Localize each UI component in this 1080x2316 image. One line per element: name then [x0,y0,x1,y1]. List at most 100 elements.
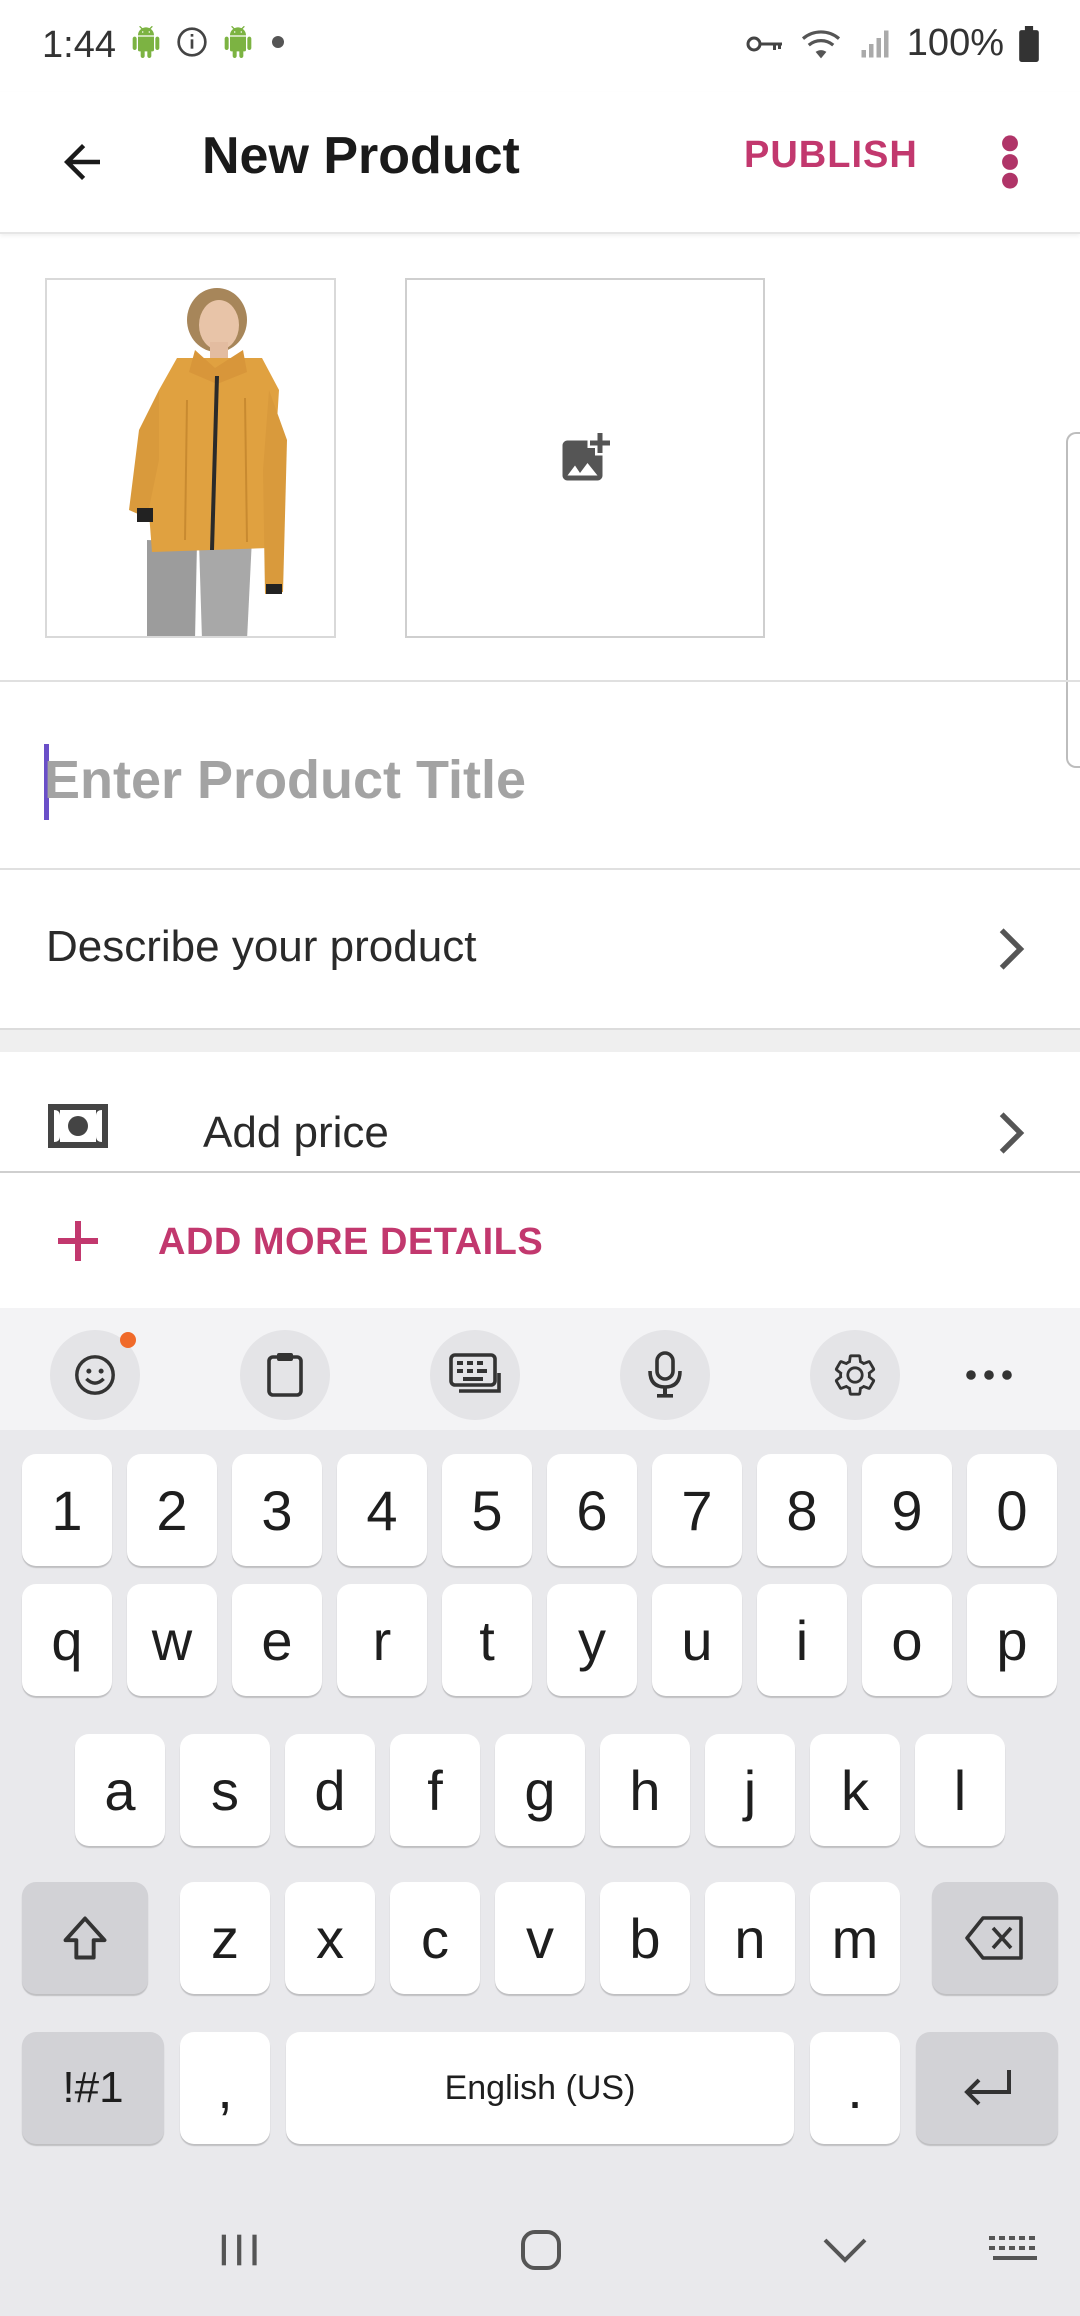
key-5[interactable]: 5 [442,1454,532,1566]
voice-input-button[interactable] [620,1330,710,1420]
keyboard-icon [449,1353,501,1393]
keyboard-switch-button[interactable] [970,2210,1060,2290]
key-k[interactable]: k [810,1734,900,1846]
status-notification-icons [130,26,288,58]
key-i[interactable]: i [757,1584,847,1696]
add-price-row[interactable]: Add price [0,1052,1080,1172]
plus-icon [54,1217,102,1270]
key-q[interactable]: q [22,1584,112,1696]
comma-key[interactable]: , [180,2032,270,2144]
product-photo-thumbnail[interactable] [45,278,336,638]
key-l[interactable]: l [915,1734,1005,1846]
key-y[interactable]: y [547,1584,637,1696]
emoji-icon [75,1355,115,1395]
status-time: 1:44 [42,24,116,66]
status-system-icons: 100% [745,22,1040,65]
overflow-menu-button[interactable] [980,122,1040,202]
key-c[interactable]: c [390,1882,480,1994]
battery-percentage: 100% [906,22,1004,64]
key-j[interactable]: j [705,1734,795,1846]
key-d[interactable]: d [285,1734,375,1846]
key-x[interactable]: x [285,1882,375,1994]
notification-dot [120,1332,136,1348]
section-gap [0,1030,1080,1052]
battery-icon [1019,25,1039,62]
key-2[interactable]: 2 [127,1454,217,1566]
soft-keyboard: 1234567890 qwertyuiop asdfghjkl zxcvbnm !#1… [0,1308,1080,2316]
gear-icon [834,1354,876,1396]
money-icon [48,1104,108,1153]
clipboard-icon [267,1353,303,1397]
add-photo-button[interactable] [405,278,765,638]
key-h[interactable]: h [600,1734,690,1846]
wifi-icon [801,29,840,58]
add-more-details-button[interactable]: ADD MORE DETAILS [0,1173,1080,1309]
key-t[interactable]: t [442,1584,532,1696]
keyboard-layout-button[interactable] [430,1330,520,1420]
android-icon [132,26,160,58]
publish-button[interactable]: PUBLISH [744,134,918,177]
product-photos [0,236,1080,768]
key-7[interactable]: 7 [652,1454,742,1566]
hide-keyboard-button[interactable] [800,2210,890,2290]
key-4[interactable]: 4 [337,1454,427,1566]
signal-icon [861,30,889,57]
key-r[interactable]: r [337,1584,427,1696]
key-p[interactable]: p [967,1584,1057,1696]
enter-key[interactable] [916,2032,1058,2144]
keyboard-more-button[interactable] [944,1330,1034,1420]
describe-product-label: Describe your product [46,922,477,971]
home-icon [521,2230,561,2270]
symbols-key[interactable]: !#1 [22,2032,164,2144]
vpn-key-icon [746,36,782,51]
backspace-key[interactable] [932,1882,1058,1994]
home-button[interactable] [496,2210,586,2290]
clipboard-button[interactable] [240,1330,330,1420]
key-n[interactable]: n [705,1882,795,1994]
android-icon [224,26,252,58]
add-price-label: Add price [203,1108,389,1157]
app-bar: New Product PUBLISH [0,92,1080,234]
describe-product-row[interactable]: Describe your product [0,870,1080,1028]
status-bar: 1:44 100% [0,0,1080,92]
keyboard-icon [989,2236,1037,2260]
recent-apps-icon [221,2234,257,2266]
dot-icon [272,36,284,48]
key-b[interactable]: b [600,1882,690,1994]
space-key[interactable]: English (US) [286,2032,794,2144]
add-photo-icon [562,433,610,481]
chevron-down-icon [823,2238,867,2263]
emoji-button[interactable] [50,1330,140,1420]
back-button[interactable] [42,122,122,202]
keyboard-toolbar [0,1308,1080,1430]
key-g[interactable]: g [495,1734,585,1846]
key-3[interactable]: 3 [232,1454,322,1566]
key-6[interactable]: 6 [547,1454,637,1566]
recent-apps-button[interactable] [194,2210,284,2290]
system-navigation-bar [0,2180,1080,2316]
key-0[interactable]: 0 [967,1454,1057,1566]
product-photo-jacket [47,280,334,636]
product-title-input[interactable] [44,740,1024,820]
microphone-icon [648,1351,682,1398]
period-key[interactable]: . [810,2032,900,2144]
key-u[interactable]: u [652,1584,742,1696]
page-title: New Product [202,127,520,185]
key-9[interactable]: 9 [862,1454,952,1566]
key-1[interactable]: 1 [22,1454,112,1566]
key-w[interactable]: w [127,1584,217,1696]
key-e[interactable]: e [232,1584,322,1696]
key-s[interactable]: s [180,1734,270,1846]
keyboard-settings-button[interactable] [810,1330,900,1420]
shift-key[interactable] [22,1882,148,1994]
key-o[interactable]: o [862,1584,952,1696]
chevron-right-icon [990,1108,1030,1158]
key-v[interactable]: v [495,1882,585,1994]
key-z[interactable]: z [180,1882,270,1994]
enter-icon [964,2070,1011,2106]
key-m[interactable]: m [810,1882,900,1994]
key-a[interactable]: a [75,1734,165,1846]
key-8[interactable]: 8 [757,1454,847,1566]
key-f[interactable]: f [390,1734,480,1846]
backspace-icon [965,1916,1023,1960]
